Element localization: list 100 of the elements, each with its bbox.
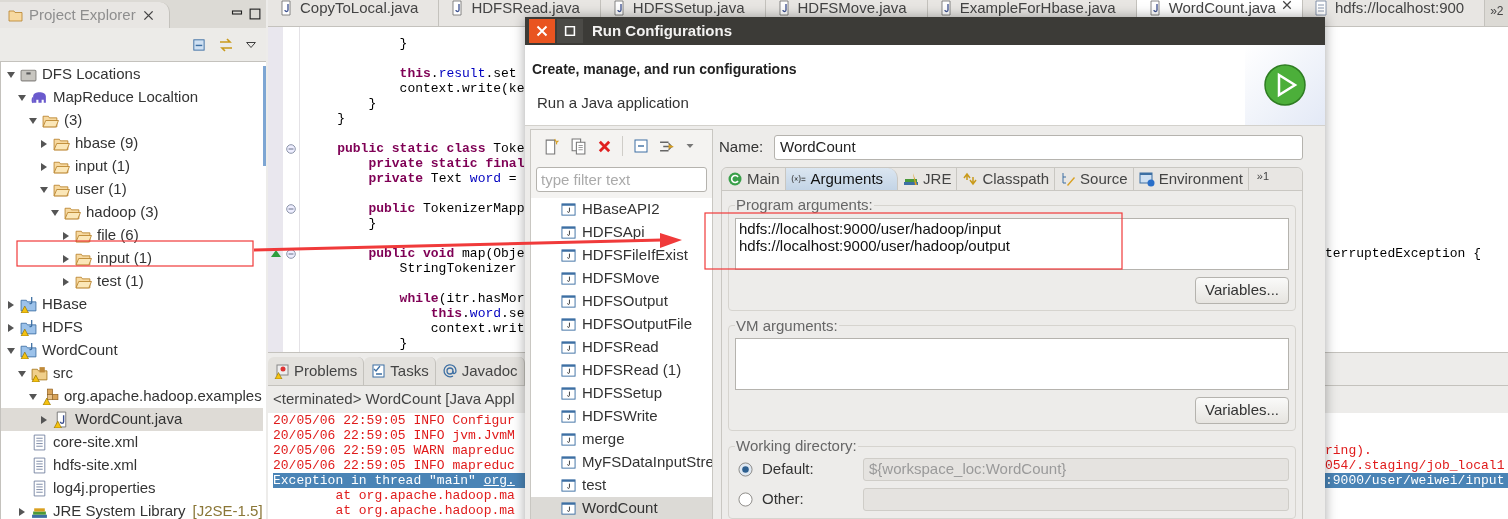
- config-tab[interactable]: Source: [1055, 168, 1134, 190]
- caret-down-icon[interactable]: [7, 70, 15, 79]
- application-icon: [561, 317, 576, 332]
- code-line: public TokenizerMapp: [367, 201, 525, 216]
- code-line: private static final: [367, 156, 525, 171]
- caret-down-icon[interactable]: [7, 346, 15, 355]
- fold-icon[interactable]: [286, 203, 296, 214]
- variables-button[interactable]: Variables...: [1195, 276, 1289, 304]
- caret-right-icon[interactable]: [40, 415, 48, 424]
- tree-item[interactable]: WordCount.java: [1, 408, 263, 431]
- vm-arguments-field[interactable]: [735, 338, 1289, 390]
- tree-item[interactable]: hdfs-site.xml: [1, 454, 263, 477]
- tree-item[interactable]: hadoop (3): [1, 201, 263, 224]
- application-icon: [561, 271, 576, 286]
- problems-icon: [274, 363, 290, 379]
- config-tab[interactable]: JRE: [898, 168, 958, 190]
- maximize-button[interactable]: [557, 19, 583, 43]
- tree-item[interactable]: src: [1, 362, 263, 385]
- configuration-item[interactable]: merge: [531, 428, 712, 451]
- tree-item[interactable]: input (1): [1, 247, 263, 270]
- dialog-heading: Create, manage, and run configurations: [532, 60, 798, 79]
- tree-item[interactable]: file (6): [1, 224, 263, 247]
- config-tab[interactable]: Arguments: [785, 168, 899, 190]
- code-line: }: [398, 336, 408, 351]
- configuration-item[interactable]: HDFSWrite: [531, 405, 712, 428]
- configuration-item[interactable]: HBaseAPI2: [531, 198, 712, 221]
- caret-down-icon[interactable]: [18, 93, 26, 102]
- tree-item[interactable]: org.apache.hadoop.examples: [1, 385, 263, 408]
- console-line: 054/.staging/job_local1: [1325, 458, 1506, 473]
- config-tab[interactable]: Environment: [1133, 168, 1249, 190]
- play-icon: [1263, 63, 1307, 107]
- fold-icon[interactable]: [286, 143, 296, 154]
- application-icon: [561, 409, 576, 424]
- caret-right-icon[interactable]: [7, 323, 15, 332]
- configuration-item[interactable]: HDFSOutput: [531, 290, 712, 313]
- view-tab[interactable]: Javadoc: [435, 357, 525, 385]
- tree-item[interactable]: HDFS: [1, 316, 263, 339]
- caret-right-icon[interactable]: [62, 231, 70, 240]
- caret-right-icon[interactable]: [7, 300, 15, 309]
- console-line: 20/05/06 22:59:05 INFO Configur: [273, 413, 516, 428]
- editor-tab[interactable]: hdfs://localhost:900: [1302, 0, 1486, 26]
- tree-item[interactable]: log4j.properties: [1, 477, 263, 500]
- config-tab[interactable]: Classpath: [957, 168, 1056, 190]
- variables-button[interactable]: Variables...: [1195, 397, 1289, 424]
- link[interactable]: org.: [483, 473, 515, 488]
- program-arguments-field[interactable]: hdfs://localhost:9000/user/hadoop/input hdfs://localhost:9000/user/hadoop/output: [735, 217, 1289, 270]
- console-line: 20/05/06 22:59:05 INFO jvm.JvmM: [273, 428, 516, 443]
- configuration-item[interactable]: WordCount: [531, 497, 712, 519]
- tree-item[interactable]: MapReduce Localtion: [1, 86, 263, 109]
- tree-item[interactable]: (3): [1, 109, 263, 132]
- configuration-item[interactable]: test: [531, 474, 712, 497]
- caret-right-icon[interactable]: [40, 162, 48, 171]
- code-line: private Text word =: [367, 171, 517, 186]
- filter-field[interactable]: type filter text: [536, 167, 707, 192]
- application-icon: [561, 202, 576, 217]
- configuration-item[interactable]: HDFSOutputFile: [531, 313, 712, 336]
- more-tabs-button[interactable]: »1: [1248, 168, 1278, 190]
- caret-down-icon[interactable]: [29, 392, 37, 401]
- tree-item[interactable]: core-site.xml: [1, 431, 263, 454]
- close-button[interactable]: [529, 19, 555, 43]
- application-icon: [561, 478, 576, 493]
- code-line: this.word.se: [429, 306, 525, 321]
- radio-label: Default:: [762, 458, 814, 479]
- editor-tab[interactable]: CopyToLocal.java: [268, 0, 440, 26]
- tree-item[interactable]: JRE System Library [J2SE-1.5]: [1, 500, 263, 519]
- group-label: Program arguments:: [735, 195, 874, 215]
- configuration-item[interactable]: HDFSFileIfExist: [531, 244, 712, 267]
- tree-item[interactable]: hbase (9): [1, 132, 263, 155]
- caret-right-icon[interactable]: [62, 254, 70, 263]
- view-tab[interactable]: Tasks: [364, 357, 436, 385]
- caret-right-icon[interactable]: [40, 139, 48, 148]
- configuration-item[interactable]: HDFSApi: [531, 221, 712, 244]
- configuration-item[interactable]: HDFSRead: [531, 336, 712, 359]
- caret-right-icon[interactable]: [62, 277, 70, 286]
- caret-down-icon[interactable]: [40, 185, 48, 194]
- tree-item[interactable]: HBase: [1, 293, 263, 316]
- folder-icon: [8, 7, 24, 23]
- view-tab[interactable]: Problems: [268, 357, 365, 385]
- config-tab[interactable]: Main: [722, 168, 786, 190]
- scrollbar-thumb[interactable]: [262, 66, 266, 166]
- configuration-item[interactable]: HDFSRead (1): [531, 359, 712, 382]
- caret-right-icon[interactable]: [18, 507, 26, 516]
- caret-down-icon[interactable]: [29, 116, 37, 125]
- caret-down-icon[interactable]: [18, 369, 26, 378]
- more-tabs-button[interactable]: »2: [1485, 0, 1508, 26]
- code-line: StringTokenizer: [398, 261, 517, 276]
- name-field[interactable]: WordCount: [774, 135, 1303, 160]
- caret-down-icon[interactable]: [51, 208, 59, 217]
- tree-item[interactable]: input (1): [1, 155, 263, 178]
- configuration-item[interactable]: HDFSMove: [531, 267, 712, 290]
- java-file-icon: [278, 0, 294, 16]
- console-line: 20/05/06 22:59:05 INFO mapreduc: [273, 458, 516, 473]
- tree-item[interactable]: DFS Locations: [1, 63, 263, 86]
- tree-item[interactable]: test (1): [1, 270, 263, 293]
- project-folder-icon: [20, 296, 37, 313]
- tree-item[interactable]: user (1): [1, 178, 263, 201]
- fold-icon[interactable]: [286, 248, 296, 259]
- tree-item[interactable]: WordCount: [1, 339, 263, 362]
- configuration-item[interactable]: HDFSSetup: [531, 382, 712, 405]
- code-line: }: [367, 216, 377, 231]
